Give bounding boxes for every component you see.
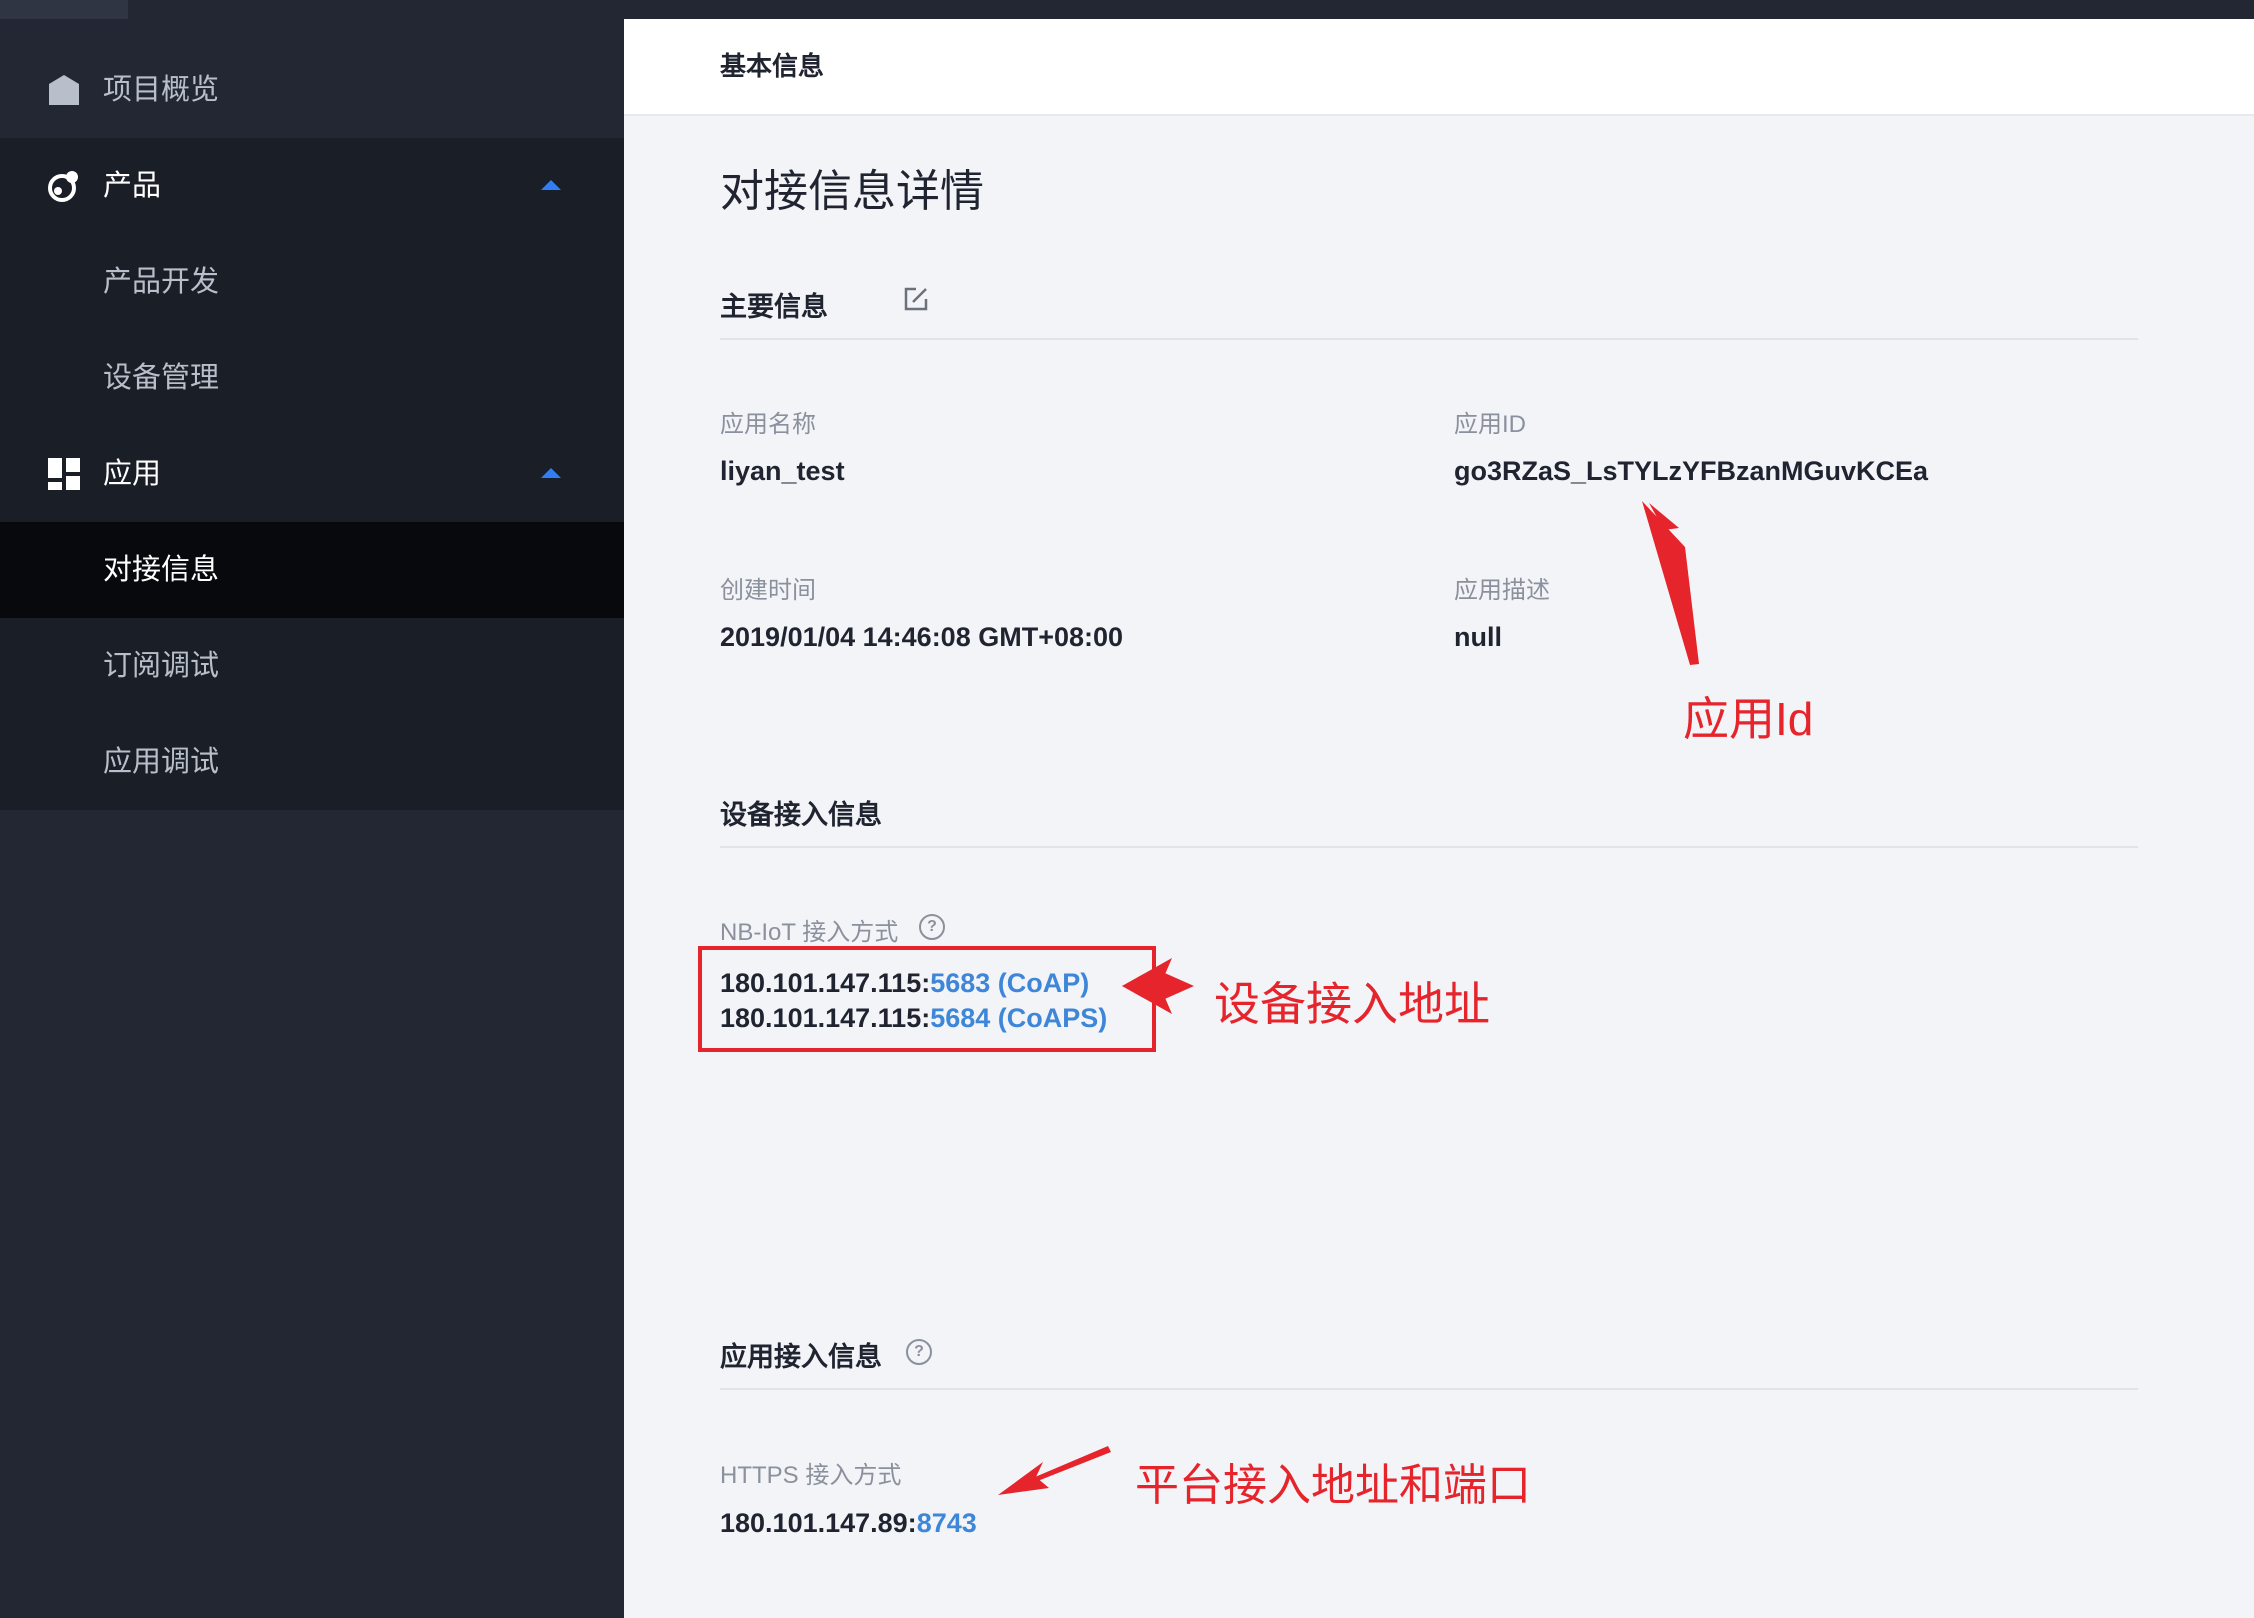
product-icon [48,171,78,202]
annotation-platform-address: 平台接入地址和端口 [1135,1461,1531,1510]
desc-value: null [1454,622,1502,652]
sidebar-item-label: 应用 [103,458,162,490]
sidebar-item-label: 产品开发 [103,266,220,298]
sidebar-item-application[interactable]: 应用 [0,426,624,522]
sidebar-item-label: 对接信息 [103,554,220,586]
sidebar-item-label: 应用调试 [103,746,220,778]
top-bar [0,0,2254,19]
chevron-up-icon[interactable] [541,180,561,190]
grid-icon [48,458,80,490]
app-id-label: 应用ID [1454,411,1526,438]
sidebar-item-label: 项目概览 [103,74,220,106]
top-bar-tab[interactable] [0,0,128,19]
device-access-title: 设备接入信息 [720,800,882,830]
help-icon[interactable]: ? [906,1339,932,1365]
sidebar-item-project-overview[interactable]: 项目概览 [0,42,624,138]
header-tab-basic-info[interactable]: 基本信息 [720,19,824,114]
annotation-box [698,946,1156,1052]
sidebar-item-label: 设备管理 [103,362,220,394]
arrow-platform-address [1028,1446,1111,1484]
help-icon[interactable]: ? [919,914,945,940]
main-info-title: 主要信息 [720,292,828,322]
sidebar-item-product-dev[interactable]: 产品开发 [0,234,624,330]
sidebar-item-product[interactable]: 产品 [0,138,624,234]
page-title: 对接信息详情 [720,167,984,216]
sidebar-item-integration-info[interactable]: 对接信息 [0,522,624,618]
desc-label: 应用描述 [1454,577,1550,604]
created-value: 2019/01/04 14:46:08 GMT+08:00 [720,622,1124,652]
arrow-app-id [1642,501,1699,665]
created-label: 创建时间 [720,577,816,604]
https-address: 180.101.147.89:8743 [720,1508,977,1539]
annotation-device-address: 设备接入地址 [1214,978,1490,1030]
https-host: 180.101.147.89: [720,1508,917,1538]
sidebar-item-app-debug[interactable]: 应用调试 [0,714,624,810]
chevron-up-icon[interactable] [541,468,561,478]
app-name-label: 应用名称 [720,411,816,438]
https-label: HTTPS 接入方式 [720,1462,902,1489]
app-name-value: liyan_test [720,456,845,486]
divider [720,1388,2138,1390]
app-id-value: go3RZaS_LsTYLzYFBzanMGuvKCEa [1454,456,1929,486]
annotation-app-id: 应用Id [1683,693,1814,745]
sidebar-item-subscription-debug[interactable]: 订阅调试 [0,618,624,714]
https-port: 8743 [916,1508,977,1538]
page-header: 基本信息 [624,19,2254,116]
sidebar: 项目概览 产品 产品开发 设备管理 应用 对接信息 订阅调试 应用调试 [0,19,624,1618]
home-icon [49,75,79,105]
sidebar-item-label: 产品 [103,170,162,202]
nb-iot-label: NB-IoT 接入方式 [720,919,899,946]
divider [720,846,2138,848]
divider [720,338,2138,340]
sidebar-item-device-management[interactable]: 设备管理 [0,330,624,426]
edit-icon[interactable] [902,285,930,313]
sidebar-item-label: 订阅调试 [103,650,220,682]
app-access-title: 应用接入信息 [720,1342,882,1372]
